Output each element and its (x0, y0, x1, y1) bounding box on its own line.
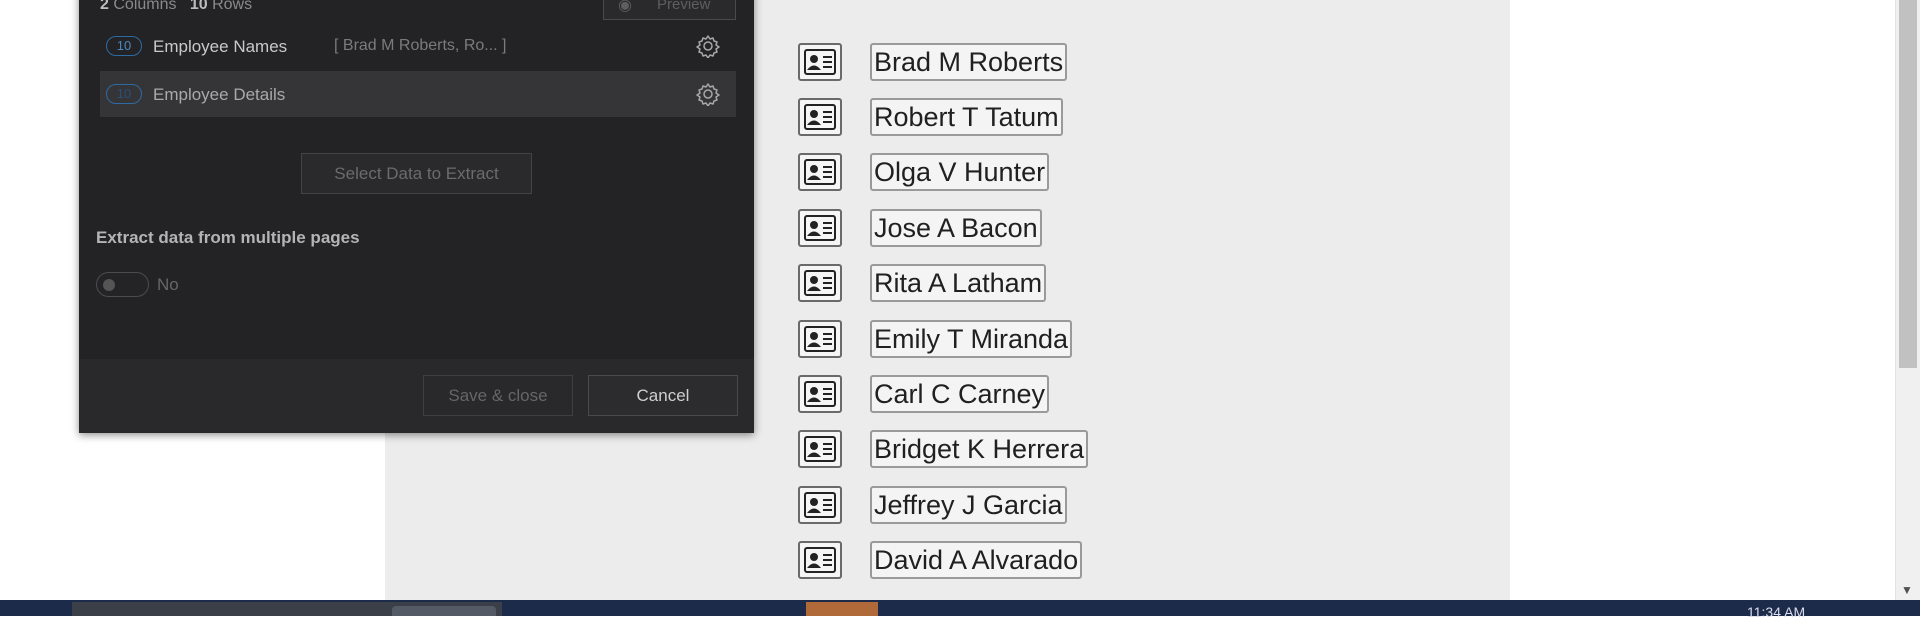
employee-name-button[interactable]: Robert T Tatum (870, 98, 1063, 136)
taskbar-clock: 11:34 AM (1747, 604, 1806, 620)
contact-card-icon[interactable] (798, 209, 842, 247)
preview-button[interactable]: ◉ Preview (603, 0, 736, 20)
list-item: Jeffrey J Garcia (798, 486, 1198, 530)
list-item: David A Alvarado (798, 541, 1198, 585)
columns-label: Columns (113, 0, 177, 13)
employee-name-button[interactable]: Emily T Miranda (870, 320, 1073, 358)
column-name: Employee Names (153, 37, 288, 56)
dialog-footer: Save & close Cancel (79, 359, 754, 433)
extract-data-dialog: 2 Columns 10 Rows ◉ Preview 10 Employee … (79, 0, 754, 433)
multi-page-label: Extract data from multiple pages (96, 228, 360, 247)
column-count-badge: 10 (106, 84, 142, 104)
employee-name-button[interactable]: Jeffrey J Garcia (870, 486, 1067, 524)
multi-page-toggle[interactable] (96, 272, 149, 297)
contact-card-icon[interactable] (798, 320, 842, 358)
dialog-summary: 2 Columns 10 Rows (100, 0, 252, 14)
list-item: Carl C Carney (798, 375, 1198, 419)
select-data-button[interactable]: Select Data to Extract (301, 153, 532, 194)
column-row-employee-names[interactable]: 10 Employee Names [ Brad M Roberts, Ro..… (100, 23, 736, 69)
employee-name-button[interactable]: Bridget K Herrera (870, 430, 1089, 468)
page-margin (1510, 0, 1895, 600)
list-item: Rita A Latham (798, 264, 1198, 308)
taskbar-app-tab[interactable] (392, 606, 496, 616)
list-item: Olga V Hunter (798, 153, 1198, 197)
column-row-employee-details[interactable]: 10 Employee Details (100, 71, 736, 117)
column-count-badge: 10 (106, 36, 142, 56)
taskbar: 11:34 AM (0, 600, 1920, 620)
scrollbar-thumb[interactable] (1899, 0, 1917, 368)
list-item: Bridget K Herrera (798, 430, 1198, 474)
contact-card-icon[interactable] (798, 43, 842, 81)
toggle-knob (103, 279, 115, 291)
column-value-preview: [ Brad M Roberts, Ro... ] (334, 37, 507, 54)
employee-name-button[interactable]: Jose A Bacon (870, 209, 1042, 247)
page-scrollbar[interactable]: ▼ (1895, 0, 1920, 600)
list-item: Emily T Miranda (798, 320, 1198, 364)
scroll-down-icon[interactable]: ▼ (1901, 584, 1913, 596)
cancel-button[interactable]: Cancel (588, 375, 738, 416)
list-item: Robert T Tatum (798, 98, 1198, 142)
contact-card-icon[interactable] (798, 153, 842, 191)
eye-icon: ◉ (618, 0, 632, 14)
employee-name-button[interactable]: David A Alvarado (870, 541, 1083, 579)
list-item: Brad M Roberts (798, 43, 1198, 87)
contact-card-icon[interactable] (798, 264, 842, 302)
contact-card-icon[interactable] (798, 541, 842, 579)
gear-icon[interactable] (696, 34, 720, 59)
save-close-button[interactable]: Save & close (423, 375, 573, 416)
rows-count: 10 (189, 0, 208, 13)
contact-card-icon[interactable] (798, 486, 842, 524)
gear-icon[interactable] (696, 82, 720, 107)
preview-label: Preview (657, 0, 711, 13)
toggle-state-label: No (157, 275, 179, 294)
taskbar-active-app[interactable] (806, 602, 878, 616)
rows-label: Rows (212, 0, 253, 13)
list-item: Jose A Bacon (798, 209, 1198, 253)
contact-card-icon[interactable] (798, 98, 842, 136)
columns-count: 2 (100, 0, 109, 13)
contact-card-icon[interactable] (798, 430, 842, 468)
employee-name-button[interactable]: Olga V Hunter (870, 153, 1050, 191)
employee-name-button[interactable]: Carl C Carney (870, 375, 1050, 413)
employee-name-button[interactable]: Rita A Latham (870, 264, 1047, 302)
contact-card-icon[interactable] (798, 375, 842, 413)
column-name: Employee Details (153, 85, 286, 104)
employee-name-button[interactable]: Brad M Roberts (870, 43, 1068, 81)
